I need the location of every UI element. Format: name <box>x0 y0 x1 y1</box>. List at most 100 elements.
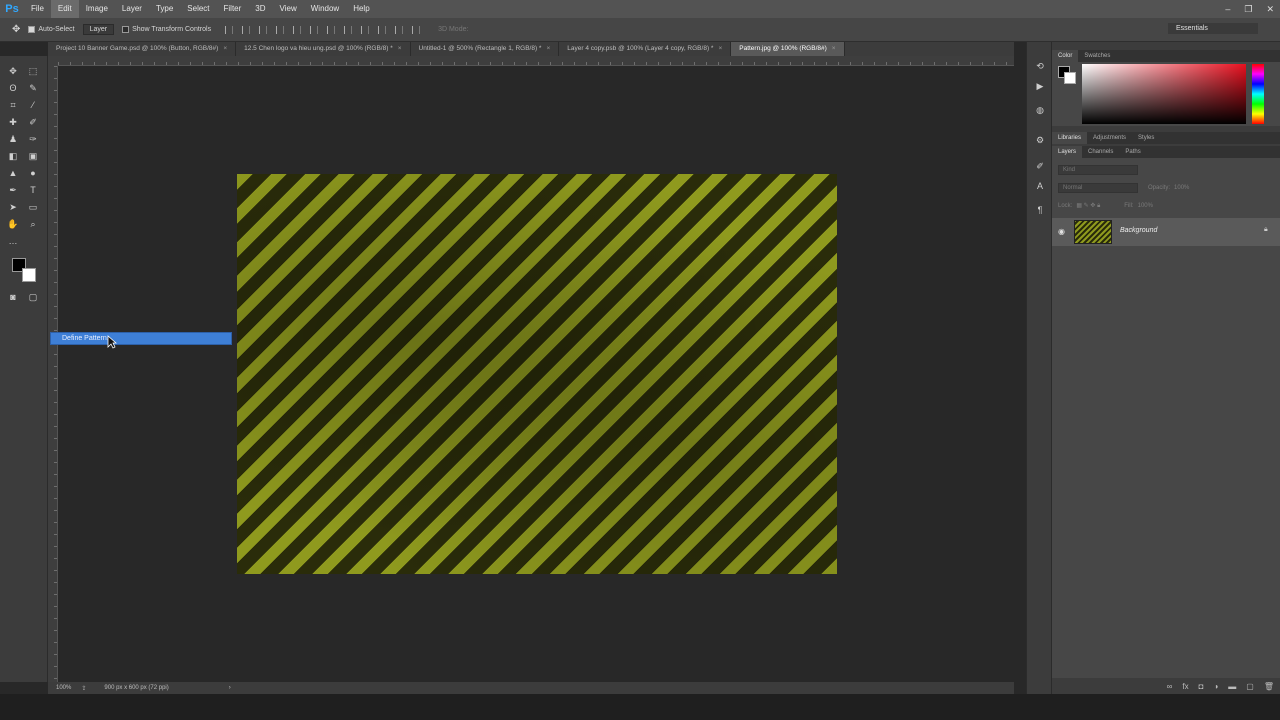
show-transform-checkbox[interactable]: Show Transform Controls <box>122 26 211 33</box>
history-brush-icon[interactable]: ✑ <box>26 132 40 146</box>
align-right-icon[interactable] <box>310 25 319 34</box>
align-bottom-icon[interactable] <box>259 25 268 34</box>
kind-filter-dropdown[interactable]: Kind <box>1058 165 1138 175</box>
menu-image[interactable]: Image <box>79 0 115 18</box>
pen-tool-icon[interactable]: ✒ <box>6 183 20 197</box>
background-color-swatch[interactable] <box>1064 72 1076 84</box>
delete-layer-icon[interactable]: 🗑︎ <box>1264 682 1274 691</box>
path-select-icon[interactable]: ➤ <box>6 200 20 214</box>
tab-channels[interactable]: Channels <box>1082 146 1119 158</box>
blend-mode-dropdown[interactable]: Normal <box>1058 183 1138 193</box>
close-tab-icon[interactable]: × <box>398 45 402 52</box>
tab-libraries[interactable]: Libraries <box>1052 132 1088 144</box>
canvas-area[interactable] <box>58 66 1014 682</box>
tab-paths[interactable]: Paths <box>1119 146 1146 158</box>
brush-panel-icon[interactable]: ✐ <box>1034 160 1046 172</box>
move-tool-icon[interactable]: ✥ <box>6 64 20 78</box>
layer-name[interactable]: Background <box>1120 227 1157 234</box>
maximize-icon[interactable]: ❐ <box>1244 4 1252 15</box>
quick-select-tool-icon[interactable]: ✎ <box>26 81 40 95</box>
menu-file[interactable]: File <box>24 0 51 18</box>
vertical-ruler[interactable] <box>48 66 58 682</box>
hue-slider[interactable] <box>1252 64 1264 124</box>
document-tab[interactable]: Layer 4 copy.psb @ 100% (Layer 4 copy, R… <box>559 42 732 56</box>
align-hcenter-icon[interactable] <box>293 25 302 34</box>
actions-panel-icon[interactable]: ▶ <box>1034 80 1046 92</box>
shape-tool-icon[interactable]: ▭ <box>26 200 40 214</box>
menu-filter[interactable]: Filter <box>217 0 249 18</box>
status-arrow-icon[interactable]: › <box>229 685 231 691</box>
document-canvas[interactable] <box>237 174 837 574</box>
menu-type[interactable]: Type <box>149 0 180 18</box>
eraser-tool-icon[interactable]: ◧ <box>6 149 20 163</box>
document-tab[interactable]: Project 10 Banner Game.psd @ 100% (Butto… <box>48 42 237 56</box>
align-top-icon[interactable] <box>225 25 234 34</box>
menu-help[interactable]: Help <box>346 0 376 18</box>
tab-layers[interactable]: Layers <box>1052 146 1083 158</box>
close-tab-icon[interactable]: × <box>718 45 722 52</box>
adjustment-layer-icon[interactable]: ◑ <box>1213 682 1218 691</box>
horizontal-ruler[interactable] <box>58 56 1014 66</box>
move-tool-icon[interactable]: ✥ <box>12 24 20 35</box>
screen-mode-icon[interactable]: ▢ <box>26 290 40 304</box>
close-tab-icon[interactable]: × <box>223 45 227 52</box>
document-tab[interactable]: Untitled-1 @ 500% (Rectangle 1, RGB/8) *… <box>411 42 560 56</box>
distribute-left-icon[interactable] <box>378 25 387 34</box>
brush-tool-icon[interactable]: ✐ <box>26 115 40 129</box>
share-icon[interactable]: ⇪ <box>81 685 86 692</box>
distribute-right-icon[interactable] <box>412 25 421 34</box>
lasso-tool-icon[interactable]: ʘ <box>6 81 20 95</box>
paragraph-panel-icon[interactable]: ¶ <box>1034 204 1046 216</box>
document-tab-active[interactable]: Pattern.jpg @ 100% (RGB/8#) × <box>731 42 845 56</box>
fill-value[interactable]: 100% <box>1138 203 1153 209</box>
close-icon[interactable]: ✕ <box>1266 4 1274 15</box>
close-tab-icon[interactable]: × <box>832 45 836 52</box>
tab-color[interactable]: Color <box>1052 50 1079 62</box>
distribute-hcenter-icon[interactable] <box>395 25 404 34</box>
menu-3d[interactable]: 3D <box>248 0 272 18</box>
color-spectrum[interactable] <box>1082 64 1246 124</box>
layer-row-background[interactable]: ◉ Background 🔒︎ <box>1052 218 1280 246</box>
align-vcenter-icon[interactable] <box>242 25 251 34</box>
more-tools-icon[interactable]: … <box>6 234 20 248</box>
zoom-tool-icon[interactable]: ⌕ <box>26 217 40 231</box>
crop-tool-icon[interactable]: ⌗ <box>6 98 20 112</box>
tab-adjustments[interactable]: Adjustments <box>1087 132 1132 144</box>
healing-tool-icon[interactable]: ✚ <box>6 115 20 129</box>
document-info[interactable]: 900 px x 600 px (72 ppi) <box>104 685 168 691</box>
menu-window[interactable]: Window <box>304 0 346 18</box>
opacity-value[interactable]: 100% <box>1174 185 1189 191</box>
visibility-eye-icon[interactable]: ◉ <box>1058 227 1068 237</box>
background-color-swatch[interactable] <box>22 268 36 282</box>
define-pattern-menu-item[interactable]: Define Pattern... <box>50 332 232 345</box>
new-group-icon[interactable]: ▬ <box>1228 682 1236 691</box>
blur-tool-icon[interactable]: ▲ <box>6 166 20 180</box>
history-panel-icon[interactable]: ⟲ <box>1034 60 1046 72</box>
menu-view[interactable]: View <box>273 0 304 18</box>
workspace-dropdown[interactable]: Essentials <box>1168 23 1258 34</box>
marquee-tool-icon[interactable]: ⬚ <box>26 64 40 78</box>
tab-swatches[interactable]: Swatches <box>1078 50 1116 62</box>
document-tab[interactable]: 12.5 Chen logo va hieu ung.psd @ 100% (R… <box>236 42 411 56</box>
distribute-top-icon[interactable] <box>327 25 336 34</box>
quick-mask-icon[interactable]: ◙ <box>6 290 20 304</box>
gradient-tool-icon[interactable]: ▣ <box>26 149 40 163</box>
stamp-tool-icon[interactable]: ♟ <box>6 132 20 146</box>
link-layers-icon[interactable]: ∞ <box>1167 682 1173 691</box>
add-mask-icon[interactable]: ◘ <box>1199 682 1204 691</box>
hand-tool-icon[interactable]: ✋ <box>6 217 20 231</box>
properties-panel-icon[interactable]: ◍ <box>1034 104 1046 116</box>
auto-select-checkbox[interactable]: Auto-Select <box>28 26 75 33</box>
menu-edit[interactable]: Edit <box>50 0 79 18</box>
auto-select-dropdown[interactable]: Layer <box>82 24 115 35</box>
minimize-icon[interactable]: – <box>1225 4 1230 14</box>
menu-layer[interactable]: Layer <box>115 0 149 18</box>
dodge-tool-icon[interactable]: ● <box>26 166 40 180</box>
distribute-bottom-icon[interactable] <box>361 25 370 34</box>
lock-pixels-icon[interactable]: ▦ ✎ ✥ 🔒︎ <box>1076 202 1100 210</box>
new-layer-icon[interactable]: ▢ <box>1246 682 1254 691</box>
menu-select[interactable]: Select <box>180 0 216 18</box>
type-tool-icon[interactable]: T <box>26 183 40 197</box>
close-tab-icon[interactable]: × <box>546 45 550 52</box>
zoom-level[interactable]: 100% <box>56 685 71 691</box>
